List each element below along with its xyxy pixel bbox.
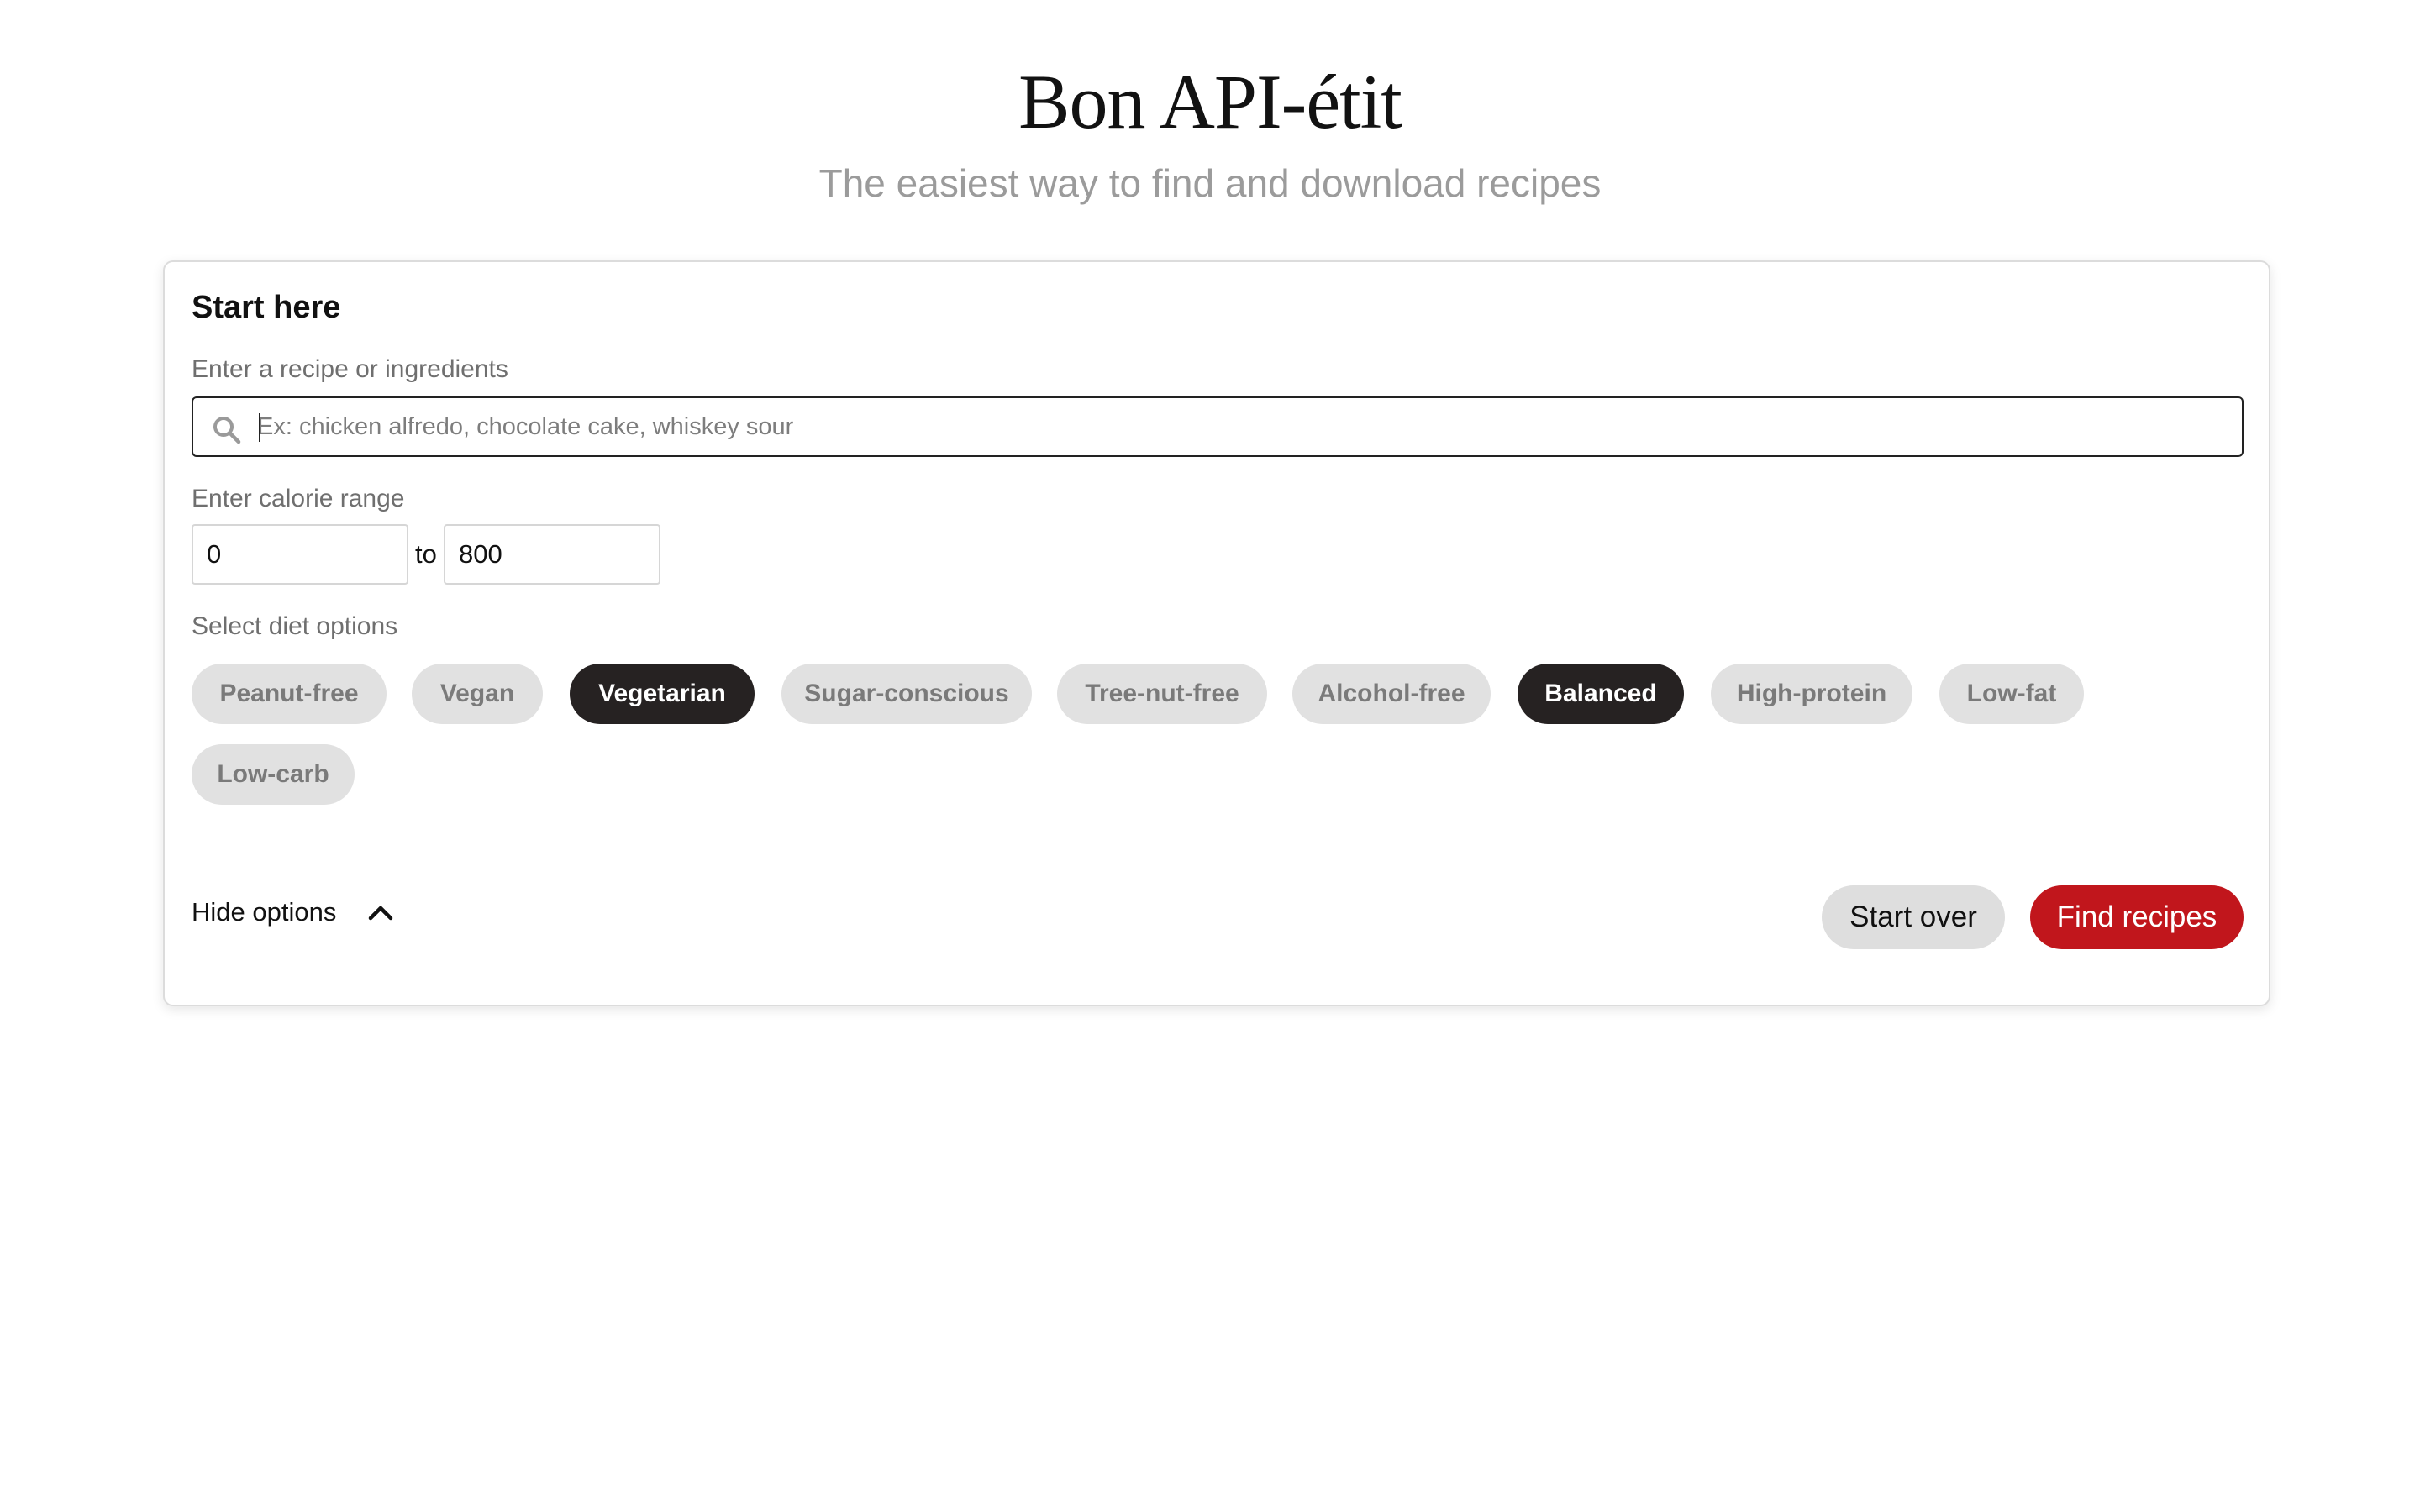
diet-chip-vegan[interactable]: Vegan xyxy=(412,664,543,724)
recipe-search-card: Start here Enter a recipe or ingredients… xyxy=(163,260,2270,1006)
hide-options-toggle[interactable]: Hide options xyxy=(192,894,393,931)
calorie-label: Enter calorie range xyxy=(192,485,405,512)
diet-chip-sugar-conscious[interactable]: Sugar-conscious xyxy=(781,664,1032,724)
text-caret xyxy=(259,413,260,442)
diet-chip-low-carb[interactable]: Low-carb xyxy=(192,744,355,805)
diet-chip-low-fat[interactable]: Low-fat xyxy=(1939,664,2084,724)
calorie-max-input[interactable] xyxy=(444,524,660,585)
hide-options-label: Hide options xyxy=(192,897,337,927)
chevron-up-icon xyxy=(368,906,393,921)
diet-chip-high-protein[interactable]: High-protein xyxy=(1711,664,1912,724)
diet-chip-peanut-free[interactable]: Peanut-free xyxy=(192,664,387,724)
search-label: Enter a recipe or ingredients xyxy=(192,355,508,383)
calorie-min-input[interactable] xyxy=(192,524,408,585)
search-box[interactable] xyxy=(192,396,2244,457)
diet-chip-tree-nut-free[interactable]: Tree-nut-free xyxy=(1057,664,1267,724)
search-icon xyxy=(213,417,241,444)
calorie-range-separator: to xyxy=(415,539,437,569)
site-title: Bon API-étit xyxy=(1018,59,1402,144)
card-heading: Start here xyxy=(192,290,341,325)
diet-chip-vegetarian[interactable]: Vegetarian xyxy=(570,664,755,724)
site-subtitle: The easiest way to find and download rec… xyxy=(818,161,1602,205)
diet-chip-alcohol-free[interactable]: Alcohol-free xyxy=(1292,664,1491,724)
search-input[interactable] xyxy=(257,407,2223,447)
start-over-button[interactable]: Start over xyxy=(1822,885,2005,949)
find-recipes-button[interactable]: Find recipes xyxy=(2030,885,2244,949)
diet-label: Select diet options xyxy=(192,612,398,640)
diet-chip-balanced[interactable]: Balanced xyxy=(1518,664,1684,724)
